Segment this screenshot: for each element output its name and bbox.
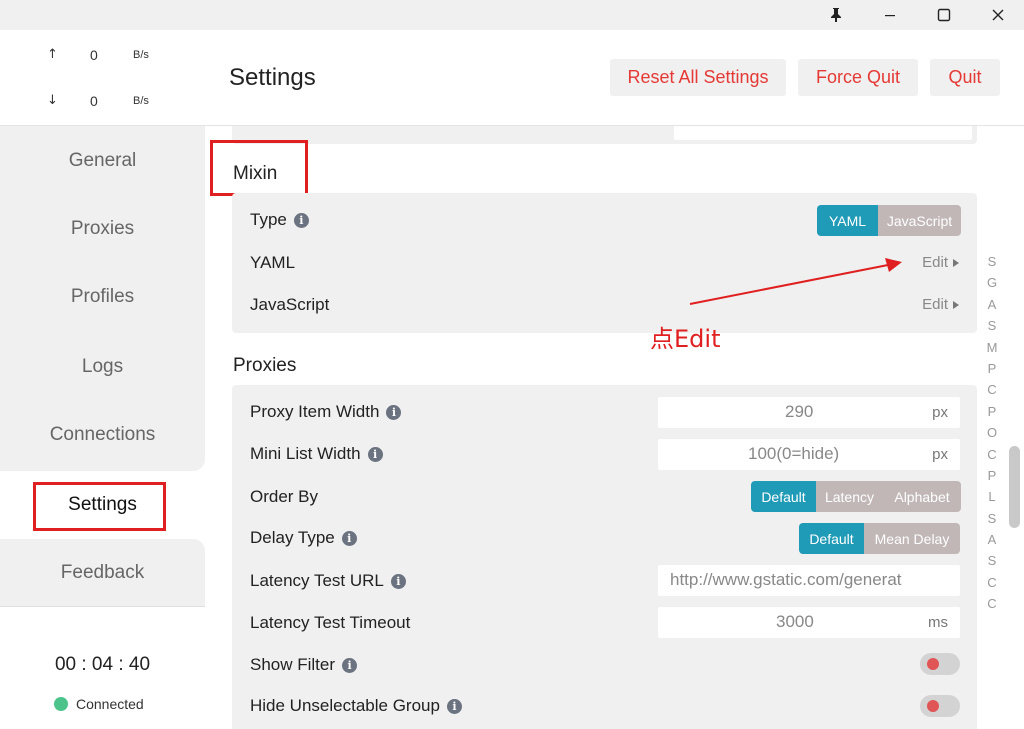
- upload-arrow-icon: ↑: [47, 47, 58, 62]
- force-quit-button[interactable]: Force Quit: [798, 59, 918, 96]
- annotation-arrow-head: [885, 258, 902, 272]
- annotation-arrow: [689, 258, 902, 305]
- close-icon[interactable]: [975, 0, 1021, 30]
- annotation-arrow-line: [689, 264, 889, 305]
- download-value: 0: [90, 93, 98, 109]
- session-timer: 00 : 04 : 40: [54, 654, 151, 675]
- download-speed: ↓ 0 B/s: [0, 93, 205, 113]
- sidebar-item-profiles[interactable]: Profiles: [0, 263, 205, 331]
- sidebar-item-logs[interactable]: Logs: [0, 333, 205, 401]
- traffic-panel: ↑ 0 B/s ↓ 0 B/s: [0, 30, 205, 126]
- pin-icon[interactable]: [813, 0, 859, 30]
- connection-label: Connected: [76, 696, 144, 712]
- annotation-text: 点Edit: [650, 325, 721, 353]
- minimize-icon[interactable]: [867, 0, 913, 30]
- annotation-highlight-settings: [33, 482, 166, 531]
- upload-unit: B/s: [133, 49, 149, 61]
- title-bar: [0, 0, 1024, 30]
- quit-button[interactable]: Quit: [930, 59, 1000, 96]
- main-panel: Settings Reset All Settings Force Quit Q…: [205, 30, 1024, 729]
- upload-value: 0: [90, 47, 98, 63]
- maximize-icon[interactable]: [921, 0, 967, 30]
- sidebar-item-connections[interactable]: Connections: [0, 401, 205, 469]
- sidebar-item-general[interactable]: General: [0, 127, 205, 195]
- upload-speed: ↑ 0 B/s: [0, 47, 205, 67]
- download-arrow-icon: ↓: [47, 93, 58, 108]
- sidebar-item-feedback[interactable]: Feedback: [0, 539, 205, 607]
- sidebar: ↑ 0 B/s ↓ 0 B/s General Proxies Profiles…: [0, 30, 205, 729]
- page-header: Settings Reset All Settings Force Quit Q…: [205, 30, 1024, 126]
- connection-status: Connected: [54, 696, 144, 712]
- download-unit: B/s: [133, 95, 149, 107]
- connected-dot-icon: [54, 697, 68, 711]
- settings-content[interactable]: Mixin Type i YAML JavaScript YAML Edit J…: [205, 126, 1024, 729]
- sidebar-item-proxies[interactable]: Proxies: [0, 195, 205, 263]
- reset-all-settings-button[interactable]: Reset All Settings: [610, 59, 786, 96]
- page-title: Settings: [229, 64, 316, 91]
